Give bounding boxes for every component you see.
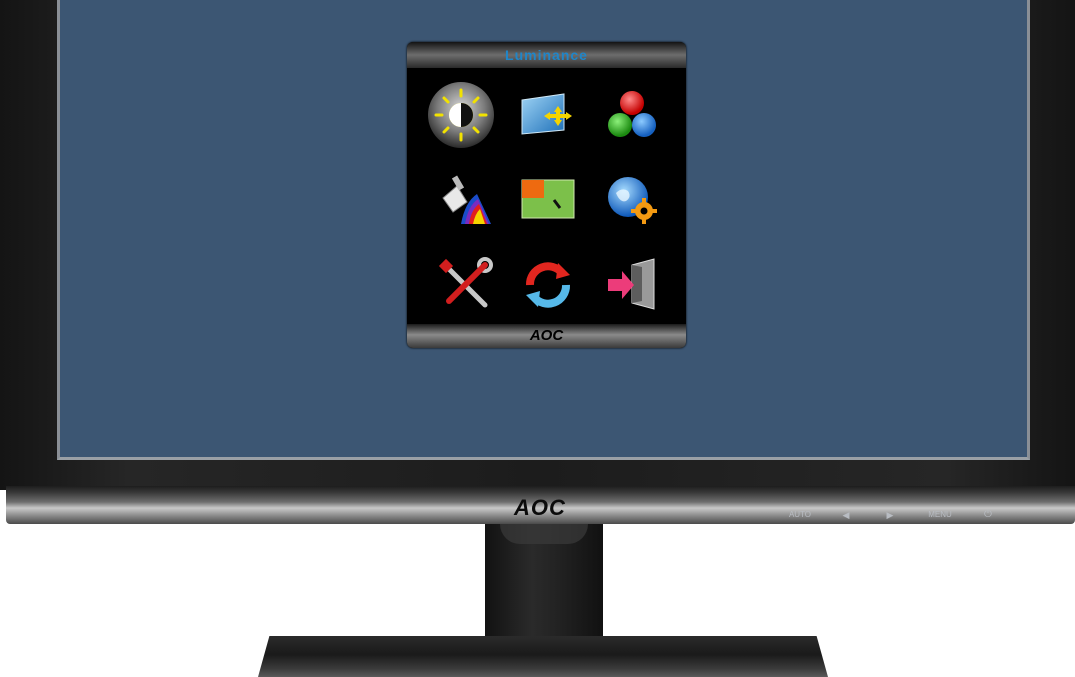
osd-item-reset[interactable] — [508, 250, 588, 320]
color-boost-icon — [442, 175, 491, 224]
osd-item-image-setup[interactable] — [508, 80, 588, 150]
osd-item-exit[interactable] — [592, 250, 672, 320]
picture-boost-icon — [521, 179, 575, 219]
osd-item-osd-setup[interactable] — [592, 164, 672, 234]
osd-item-color-temp[interactable] — [592, 80, 672, 150]
brand-logo: AOC — [514, 495, 566, 520]
osd-footer-logo: AOC — [407, 324, 686, 348]
auto-button[interactable]: AUTO — [780, 508, 820, 522]
power-button[interactable]: ⏻ — [978, 508, 998, 522]
left-button[interactable]: ◀ — [836, 508, 856, 522]
osd-item-color-boost[interactable] — [425, 164, 505, 234]
osd-icon-grid — [407, 80, 686, 320]
color-temp-icon — [608, 91, 656, 137]
menu-button[interactable]: MENU — [922, 508, 958, 522]
monitor-stand-collar — [500, 524, 588, 544]
exit-icon — [608, 258, 655, 310]
luminance-icon — [428, 82, 494, 148]
osd-item-luminance[interactable] — [421, 80, 501, 150]
right-button[interactable]: ▶ — [880, 508, 900, 522]
extra-icon — [438, 257, 493, 308]
osd-item-picture-boost[interactable] — [508, 164, 588, 234]
reset-icon — [526, 262, 570, 308]
osd-menu: Luminance AOC — [407, 42, 686, 348]
image-setup-icon — [521, 93, 572, 135]
osd-item-extra[interactable] — [425, 250, 505, 320]
osd-title: Luminance — [407, 42, 686, 68]
osd-setup-icon — [608, 177, 657, 224]
monitor-stand-base — [258, 636, 828, 677]
